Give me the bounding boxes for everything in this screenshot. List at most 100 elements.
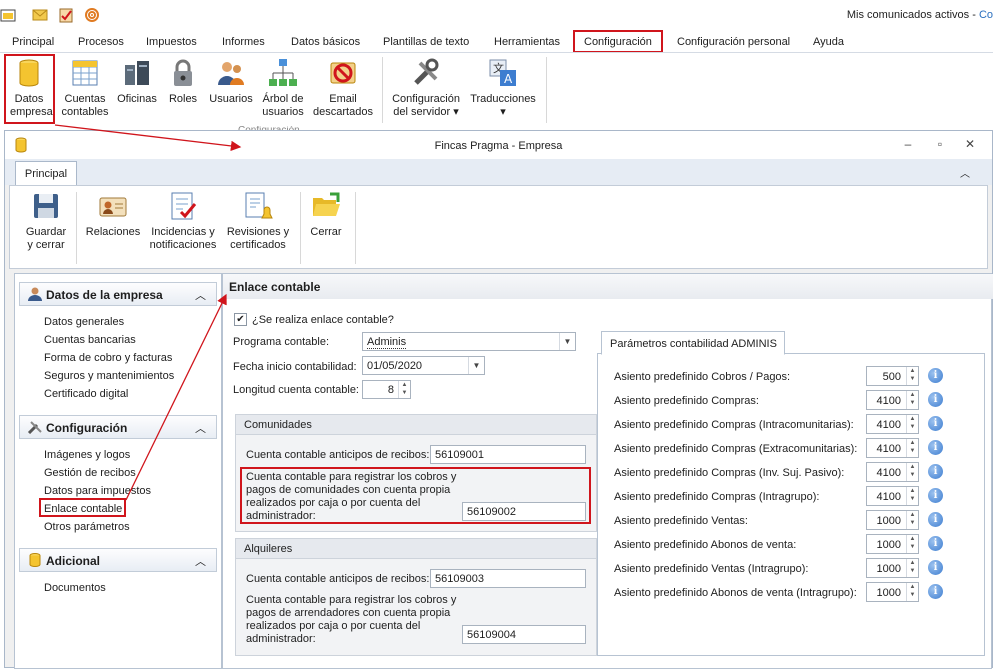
spin-arrows-icon[interactable]: ▲ ▼ — [398, 381, 410, 398]
param-stepper[interactable]: 4100 ▲ ▼ — [866, 438, 919, 458]
spin-arrows-icon[interactable]: ▲ ▼ — [906, 511, 918, 529]
spin-arrows-icon[interactable]: ▲ ▼ — [906, 391, 918, 409]
nav-item-datos-impuestos[interactable]: Datos para impuestos — [44, 485, 151, 497]
cuentas-contables-button[interactable]: Cuentas contables — [61, 57, 109, 119]
info-icon[interactable]: i — [928, 488, 943, 503]
tab-impuestos[interactable]: Impuestos — [146, 36, 197, 48]
arbol-usuarios-button[interactable]: Árbol de usuarios — [261, 57, 305, 119]
alquileres-anticipos-label: Cuenta contable anticipos de recibos: — [246, 573, 430, 585]
cerrar-label: Cerrar — [310, 226, 342, 238]
param-stepper[interactable]: 1000 ▲ ▼ — [866, 558, 919, 578]
revisiones-button[interactable]: Revisiones y certificados — [224, 190, 292, 252]
tab-principal-window[interactable]: Principal — [15, 161, 77, 186]
notifications-link[interactable]: Mis comunicados activos - Co — [847, 9, 993, 21]
notifications-link-text[interactable]: Co — [979, 9, 993, 21]
info-icon[interactable]: i — [928, 584, 943, 599]
param-stepper[interactable]: 4100 ▲ ▼ — [866, 390, 919, 410]
programa-contable-select[interactable]: Adminis ▼ — [362, 332, 576, 351]
param-stepper[interactable]: 4100 ▲ ▼ — [866, 462, 919, 482]
alquileres-anticipos-field[interactable]: 56109003 — [430, 569, 586, 588]
info-icon[interactable]: i — [928, 440, 943, 455]
tab-informes[interactable]: Informes — [222, 36, 265, 48]
nav-item-otros-parametros[interactable]: Otros parámetros — [44, 521, 130, 533]
incidencias-button[interactable]: Incidencias y notificaciones — [148, 190, 218, 252]
spin-arrows-icon[interactable]: ▲ ▼ — [906, 487, 918, 505]
nav-item-cuentas-bancarias[interactable]: Cuentas bancarias — [44, 334, 136, 346]
nav-item-forma-de-cobro[interactable]: Forma de cobro y facturas — [44, 352, 172, 364]
info-icon[interactable]: i — [928, 368, 943, 383]
tab-configuracion[interactable]: Configuración — [573, 30, 663, 53]
revisiones-line2: certificados — [230, 239, 286, 251]
param-stepper[interactable]: 1000 ▲ ▼ — [866, 534, 919, 554]
collapse-ribbon-icon[interactable]: ︿ — [960, 165, 970, 180]
nav-item-documentos[interactable]: Documentos — [44, 582, 106, 594]
relaciones-button[interactable]: Relaciones — [85, 190, 141, 239]
spin-arrows-icon[interactable]: ▲ ▼ — [906, 463, 918, 481]
tab-ayuda[interactable]: Ayuda — [813, 36, 844, 48]
cuentas-contables-line2: contables — [61, 106, 109, 118]
info-icon[interactable]: i — [928, 512, 943, 527]
group-header-configuracion[interactable]: Configuración ︿ — [19, 415, 217, 439]
nav-item-imagenes-logos[interactable]: Imágenes y logos — [44, 449, 130, 461]
nav-item-datos-generales[interactable]: Datos generales — [44, 316, 124, 328]
info-icon[interactable]: i — [928, 560, 943, 575]
param-stepper[interactable]: 500 ▲ ▼ — [866, 366, 919, 386]
nav-item-gestion-recibos[interactable]: Gestión de recibos — [44, 467, 136, 479]
info-icon[interactable]: i — [928, 536, 943, 551]
spin-arrows-icon[interactable]: ▲ ▼ — [906, 367, 918, 385]
tab-parametros-adminis[interactable]: Parámetros contabilidad ADMINIS — [601, 331, 785, 355]
roles-button[interactable]: Roles — [166, 57, 200, 106]
restore-icon[interactable]: ▫ — [933, 137, 947, 151]
param-stepper[interactable]: 1000 ▲ ▼ — [866, 582, 919, 602]
alquileres-cobros-field[interactable]: 56109004 — [462, 625, 586, 644]
dropdown-arrow-icon[interactable]: ▼ — [559, 333, 575, 350]
longitud-cuenta-stepper[interactable]: 8 ▲ ▼ — [362, 380, 411, 399]
calendar-dropdown-icon[interactable]: ▼ — [468, 357, 484, 374]
tab-procesos[interactable]: Procesos — [78, 36, 124, 48]
info-icon[interactable]: i — [928, 464, 943, 479]
info-icon[interactable]: i — [928, 416, 943, 431]
tab-principal[interactable]: Principal — [12, 36, 54, 48]
param-stepper[interactable]: 4100 ▲ ▼ — [866, 414, 919, 434]
clipboard-check-icon[interactable] — [58, 7, 74, 23]
email-descartados-button[interactable]: Email descartados — [312, 57, 374, 119]
label-line: realizados por caja o por cuenta del — [246, 620, 421, 632]
collapse-chevron-icon[interactable]: ︿ — [195, 553, 206, 569]
comunidades-cobros-field[interactable]: 56109002 — [462, 502, 586, 521]
tab-configuracion-personal[interactable]: Configuración personal — [677, 36, 790, 48]
mail-icon[interactable] — [32, 7, 48, 23]
configuracion-servidor-button[interactable]: Configuración del servidor ▾ — [391, 57, 461, 119]
param-stepper[interactable]: 1000 ▲ ▼ — [866, 510, 919, 530]
app-icon[interactable] — [0, 7, 16, 23]
collapse-chevron-icon[interactable]: ︿ — [195, 420, 206, 436]
programa-contable-value: Adminis — [367, 336, 407, 349]
spin-arrows-icon[interactable]: ▲ ▼ — [906, 559, 918, 577]
tab-datos-basicos[interactable]: Datos básicos — [291, 36, 360, 48]
spin-arrows-icon[interactable]: ▲ ▼ — [906, 415, 918, 433]
param-stepper[interactable]: 4100 ▲ ▼ — [866, 486, 919, 506]
enlace-contable-checkbox[interactable]: ✔ — [234, 313, 247, 326]
minimize-icon[interactable]: – — [901, 137, 915, 151]
comunidades-anticipos-field[interactable]: 56109001 — [430, 445, 586, 464]
nav-item-certificado-digital[interactable]: Certificado digital — [44, 388, 128, 400]
open-folder-icon — [313, 192, 340, 216]
window-ribbon: Guardar y cerrar Relaciones Incidencias … — [9, 185, 988, 269]
oficinas-button[interactable]: Oficinas — [116, 57, 158, 106]
tab-herramientas[interactable]: Herramientas — [494, 36, 560, 48]
spin-arrows-icon[interactable]: ▲ ▼ — [906, 439, 918, 457]
usuarios-button[interactable]: Usuarios — [208, 57, 254, 106]
spin-arrows-icon[interactable]: ▲ ▼ — [906, 535, 918, 553]
group-header-adicional[interactable]: Adicional ︿ — [19, 548, 217, 572]
nav-item-seguros[interactable]: Seguros y mantenimientos — [44, 370, 174, 382]
guardar-cerrar-button[interactable]: Guardar y cerrar — [18, 190, 74, 252]
tab-plantillas-de-texto[interactable]: Plantillas de texto — [383, 36, 469, 48]
fecha-inicio-field[interactable]: 01/05/2020 ▼ — [362, 356, 485, 375]
spin-arrows-icon[interactable]: ▲ ▼ — [906, 583, 918, 601]
traducciones-button[interactable]: 文A Traducciones ▾ — [470, 57, 536, 119]
group-header-datos-empresa[interactable]: Datos de la empresa ︿ — [19, 282, 217, 306]
broadcast-icon[interactable] — [84, 7, 100, 23]
cerrar-button[interactable]: Cerrar — [306, 190, 346, 239]
info-icon[interactable]: i — [928, 392, 943, 407]
close-icon[interactable]: ✕ — [963, 137, 977, 151]
collapse-chevron-icon[interactable]: ︿ — [195, 287, 206, 303]
